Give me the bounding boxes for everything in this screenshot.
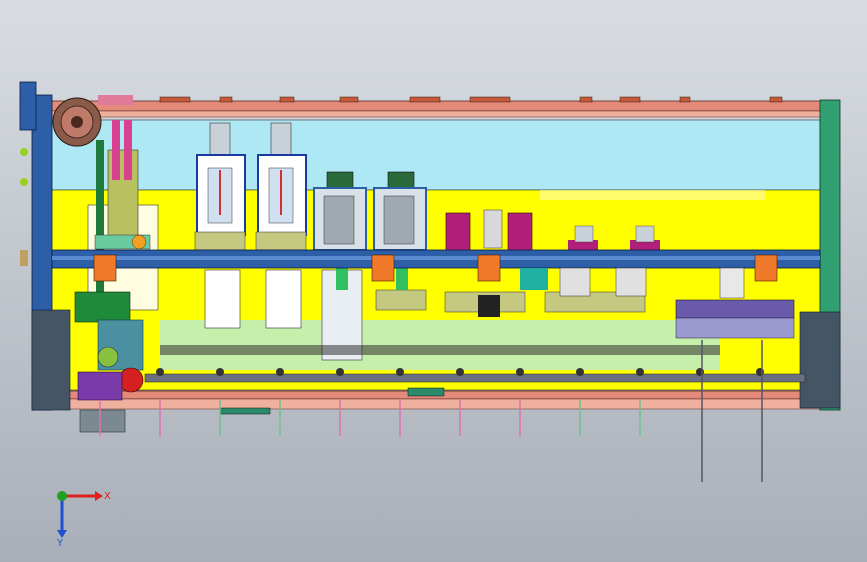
top-rail	[37, 100, 824, 112]
upper-panel	[49, 119, 821, 191]
z-axis-dot	[57, 491, 67, 501]
coordinate-triad: X Y	[56, 491, 111, 548]
cad-viewport[interactable]	[0, 0, 867, 562]
x-axis-label: X	[104, 491, 111, 502]
y-axis-label: Y	[56, 538, 64, 548]
